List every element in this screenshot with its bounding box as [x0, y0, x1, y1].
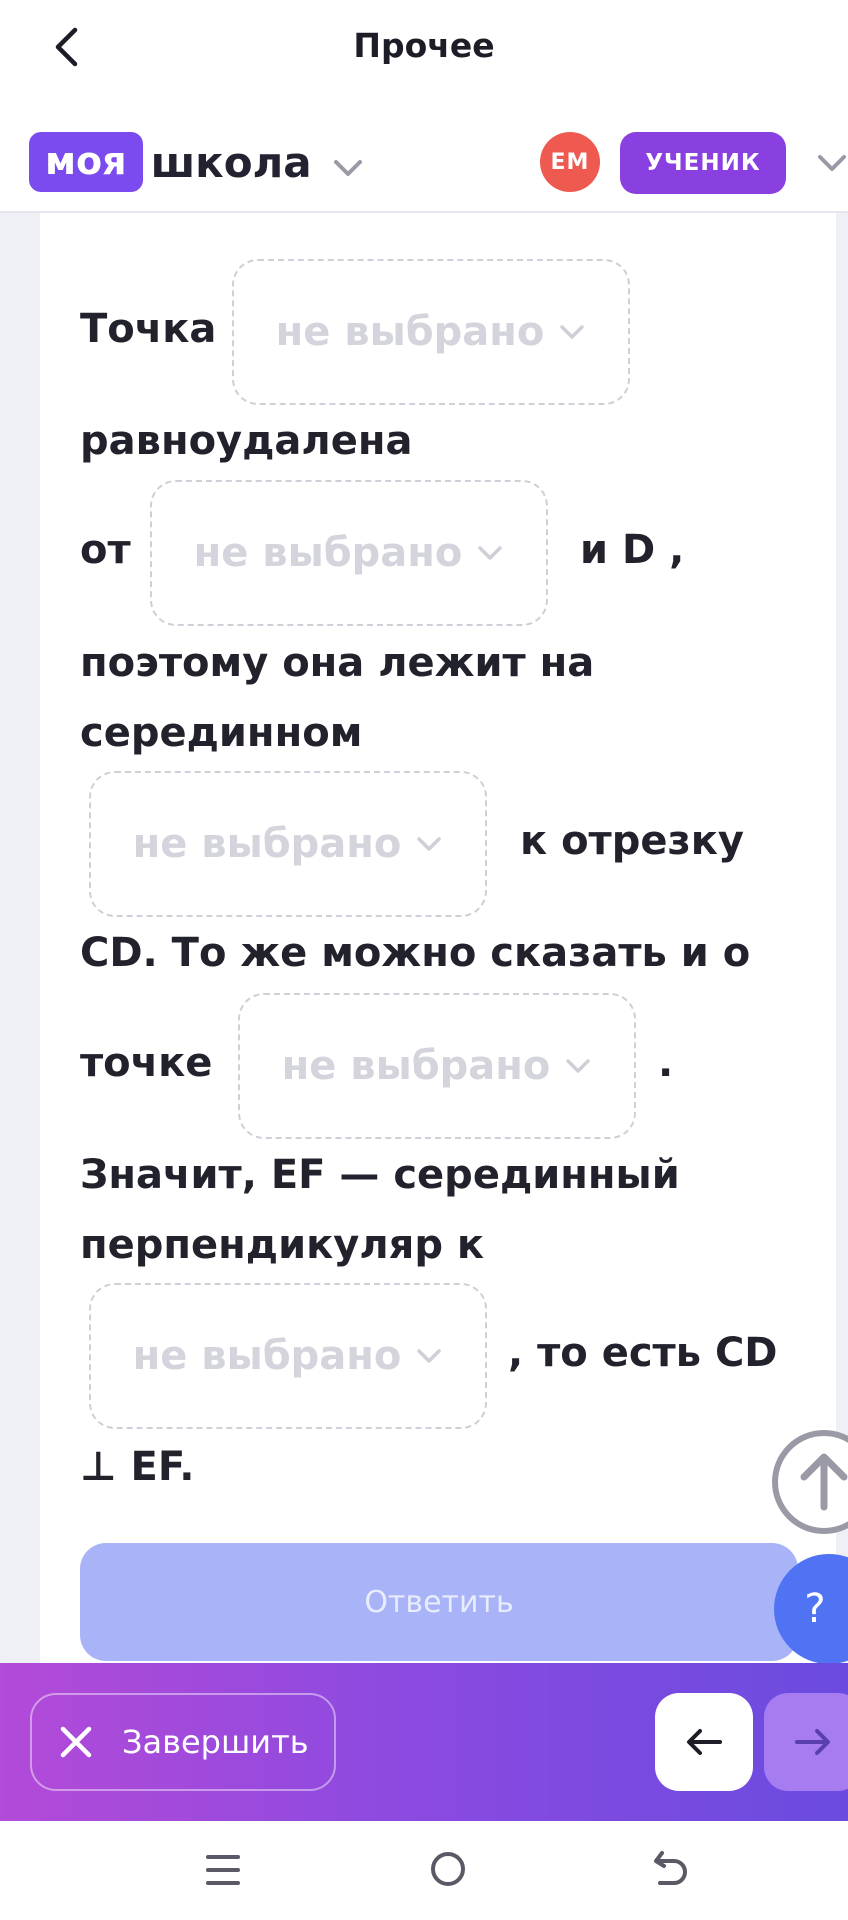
task-text: , то есть CD — [508, 1330, 778, 1376]
answer-button[interactable]: Ответить — [80, 1543, 798, 1661]
system-navigation-bar — [0, 1821, 848, 1920]
task-text: серединном — [80, 710, 363, 756]
task-text: точке — [80, 1040, 213, 1086]
chevron-down-icon[interactable] — [330, 153, 366, 183]
dropdown-value: не выбрано — [132, 821, 402, 867]
dropdown-value: не выбрано — [132, 1333, 402, 1379]
chevron-down-icon — [478, 546, 503, 560]
previous-button[interactable] — [655, 1693, 753, 1791]
avatar[interactable]: ЕМ — [540, 132, 600, 192]
task-text: к отрезку — [520, 818, 744, 864]
school-logo[interactable]: моя школа — [29, 132, 312, 192]
logo-text: школа — [150, 137, 312, 187]
logo-badge: моя — [29, 132, 143, 192]
task-text: от — [80, 527, 131, 573]
finish-label: Завершить — [122, 1723, 309, 1761]
top-header: Прочее — [0, 0, 848, 95]
task-text: и D , — [580, 527, 685, 573]
action-bar: Завершить — [0, 1663, 848, 1821]
task-text: поэтому она лежит на — [80, 640, 595, 686]
dropdown-value: не выбрано — [193, 530, 463, 576]
role-badge[interactable]: УЧЕНИК — [620, 132, 786, 194]
system-back-icon[interactable] — [650, 1847, 692, 1891]
next-button[interactable] — [764, 1693, 848, 1791]
role-chevron-down-icon[interactable] — [814, 148, 848, 178]
answer-dropdown-3[interactable]: не выбрано — [89, 771, 487, 917]
chevron-down-icon — [560, 325, 585, 339]
arrow-right-icon — [795, 1729, 830, 1755]
close-icon — [60, 1726, 92, 1758]
task-text: CD. То же можно сказать и о — [80, 930, 751, 976]
home-icon[interactable] — [428, 1849, 468, 1889]
task-text: Значит, EF — серединный — [80, 1152, 680, 1198]
task-text: равноудалена — [80, 418, 413, 464]
arrow-up-icon — [800, 1453, 848, 1511]
help-label: ? — [804, 1586, 826, 1632]
answer-dropdown-4[interactable]: не выбрано — [238, 993, 636, 1139]
task-text: ⊥ EF. — [80, 1444, 195, 1490]
chevron-down-icon — [417, 1349, 442, 1363]
arrow-left-icon — [687, 1729, 722, 1755]
answer-dropdown-5[interactable]: не выбрано — [89, 1283, 487, 1429]
chevron-down-icon — [417, 837, 442, 851]
page-title: Прочее — [353, 26, 495, 65]
task-text: перпендикуляр к — [80, 1222, 485, 1268]
task-text: . — [658, 1040, 674, 1086]
task-text: Точка — [80, 306, 217, 352]
recent-apps-icon[interactable] — [204, 1851, 242, 1889]
answer-dropdown-1[interactable]: не выбрано — [232, 259, 630, 405]
dropdown-value: не выбрано — [275, 309, 545, 355]
finish-button[interactable]: Завершить — [30, 1693, 336, 1791]
chevron-down-icon — [566, 1059, 591, 1073]
answer-dropdown-2[interactable]: не выбрано — [150, 480, 548, 626]
dropdown-value: не выбрано — [281, 1043, 551, 1089]
